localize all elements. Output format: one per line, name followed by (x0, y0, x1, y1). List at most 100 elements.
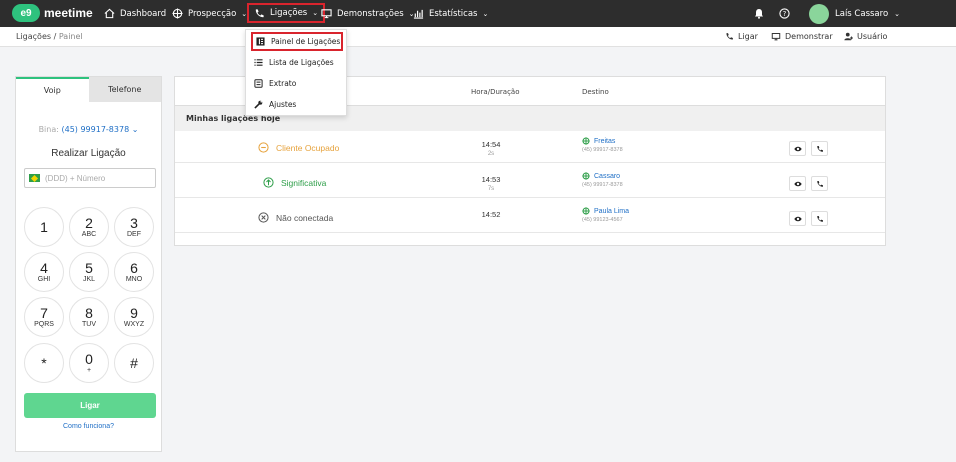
nav-ligacoes[interactable]: Ligações ⌄ (247, 3, 326, 23)
header-destino: Destino (582, 88, 609, 96)
wrench-icon (254, 100, 263, 109)
key-4[interactable]: 4 GHI (24, 252, 64, 292)
menu-item-extrato[interactable]: Extrato (246, 74, 346, 93)
call-time-value: 14:52 (481, 210, 501, 219)
key-0[interactable]: 0 + (69, 343, 109, 383)
help-button[interactable]: ? (779, 4, 790, 23)
call-button[interactable]: Ligar (24, 393, 156, 418)
eye-icon (793, 146, 802, 151)
nav-estatisticas[interactable]: Estatísticas ⌄ (413, 4, 488, 23)
key-digit: 4 (40, 260, 48, 276)
view-button[interactable] (789, 211, 806, 226)
help-icon: ? (779, 8, 790, 19)
call-back-button[interactable] (811, 176, 828, 191)
menu-item-ajustes[interactable]: Ajustes (246, 95, 346, 114)
menu-item-lista-de-ligacoes[interactable]: Lista de Ligações (246, 53, 346, 72)
key-2[interactable]: 2 ABC (69, 207, 109, 247)
call-status-label: Significativa (281, 177, 327, 188)
destination-name: Cassaro (594, 172, 621, 180)
key-letters: MNO (125, 276, 143, 283)
menu-item-painel-de-ligacoes[interactable]: Painel de Ligações (251, 32, 343, 51)
call-back-button[interactable] (811, 211, 828, 226)
menu-item-label: Extrato (269, 79, 297, 88)
key-digit: 5 (85, 260, 93, 276)
destination-name-link[interactable]: Paula Lima (582, 207, 629, 215)
receipt-icon (254, 79, 263, 88)
destination-number: (45) 99917-8378 (582, 147, 623, 153)
destination-name-link[interactable]: Freitas (582, 137, 623, 145)
key-1[interactable]: 1 (24, 207, 64, 247)
menu-item-label: Painel de Ligações (271, 37, 341, 46)
key-letters: WXYZ (123, 321, 145, 328)
ligacoes-dropdown-menu: Painel de Ligações Lista de Ligações Ext… (245, 29, 347, 116)
destination-name-link[interactable]: Cassaro (582, 172, 623, 180)
help-link[interactable]: Como funciona? (16, 423, 161, 430)
chevron-down-icon: ⌄ (894, 9, 901, 18)
ligar-action[interactable]: Ligar (725, 32, 758, 41)
call-time-value: 14:54 (481, 140, 501, 149)
monitor-icon (321, 9, 332, 19)
key-letters: ABC (81, 231, 97, 238)
notifications-button[interactable] (754, 4, 764, 23)
call-status-label: Não conectada (276, 212, 334, 223)
call-duration: 7s (487, 186, 495, 192)
key-9[interactable]: 9 WXYZ (114, 297, 154, 337)
user-menu[interactable]: Laís Cassaro ⌄ (809, 3, 901, 24)
usuario-action[interactable]: Usuário (844, 32, 887, 41)
eye-icon (793, 216, 802, 221)
meetime-logo[interactable]: e9 meetime (12, 4, 93, 22)
demonstrar-action[interactable]: Demonstrar (771, 32, 833, 41)
key-star[interactable]: * (24, 343, 64, 383)
top-navbar: e9 meetime Dashboard Prospecção ⌄ Ligaçõ… (0, 0, 956, 27)
call-destination: Cassaro (45) 99917-8378 (582, 172, 623, 188)
key-8[interactable]: 8 TUV (69, 297, 109, 337)
chevron-down-icon: ⌄ (312, 9, 319, 17)
key-digit: 0 (85, 351, 93, 367)
key-3[interactable]: 3 DEF (114, 207, 154, 247)
menu-item-label: Lista de Ligações (269, 58, 334, 67)
key-digit: 9 (130, 305, 138, 321)
key-letters: JKL (82, 276, 96, 283)
key-hash[interactable]: # (114, 343, 154, 383)
breadcrumb-current: Painel (58, 32, 83, 41)
phone-number-field[interactable]: (DDD) + Número (24, 168, 156, 188)
nav-estatisticas-label: Estatísticas (429, 8, 478, 19)
target-icon (172, 8, 183, 19)
panel-icon (256, 37, 265, 46)
key-digit: 2 (85, 215, 93, 231)
nav-demonstracoes[interactable]: Demonstrações ⌄ (321, 4, 415, 23)
key-7[interactable]: 7 PQRS (24, 297, 64, 337)
nav-prospeccao[interactable]: Prospecção ⌄ (172, 4, 247, 23)
bina-label: Bina: (38, 125, 59, 134)
key-6[interactable]: 6 MNO (114, 252, 154, 292)
phone-icon (816, 145, 823, 152)
key-digit: 3 (130, 215, 138, 231)
key-digit: 7 (40, 305, 48, 321)
tab-voip[interactable]: Voip (16, 77, 89, 102)
view-button[interactable] (789, 141, 806, 156)
contact-target-icon (582, 137, 590, 145)
bina-selector[interactable]: Bina: (45) 99917-8378 ⌄ (16, 125, 161, 134)
chevron-down-icon: ⌄ (131, 125, 139, 134)
call-status-label: Cliente Ocupado (276, 142, 340, 153)
call-status: Significativa (263, 177, 326, 188)
dialer-card: Voip Telefone Bina: (45) 99917-8378 ⌄ Re… (15, 76, 162, 452)
breadcrumb-parent[interactable]: Ligações / (16, 32, 56, 41)
tab-telefone[interactable]: Telefone (88, 77, 161, 102)
key-letters: DEF (127, 231, 141, 238)
dialer-title: Realizar Ligação (51, 148, 126, 159)
eye-icon (793, 181, 802, 186)
view-button[interactable] (789, 176, 806, 191)
call-time: 14:52 (471, 210, 511, 219)
brazil-flag-icon[interactable] (29, 174, 40, 182)
key-letters: GHI (37, 276, 51, 283)
call-back-button[interactable] (811, 141, 828, 156)
arrow-up-circle-icon (263, 177, 274, 188)
demonstrar-action-label: Demonstrar (785, 32, 833, 41)
key-digit: 6 (130, 260, 138, 276)
logo-badge: e9 (12, 4, 40, 22)
phone-icon (726, 33, 733, 40)
logo-text: meetime (44, 6, 93, 20)
nav-dashboard[interactable]: Dashboard (104, 4, 166, 23)
key-5[interactable]: 5 JKL (69, 252, 109, 292)
